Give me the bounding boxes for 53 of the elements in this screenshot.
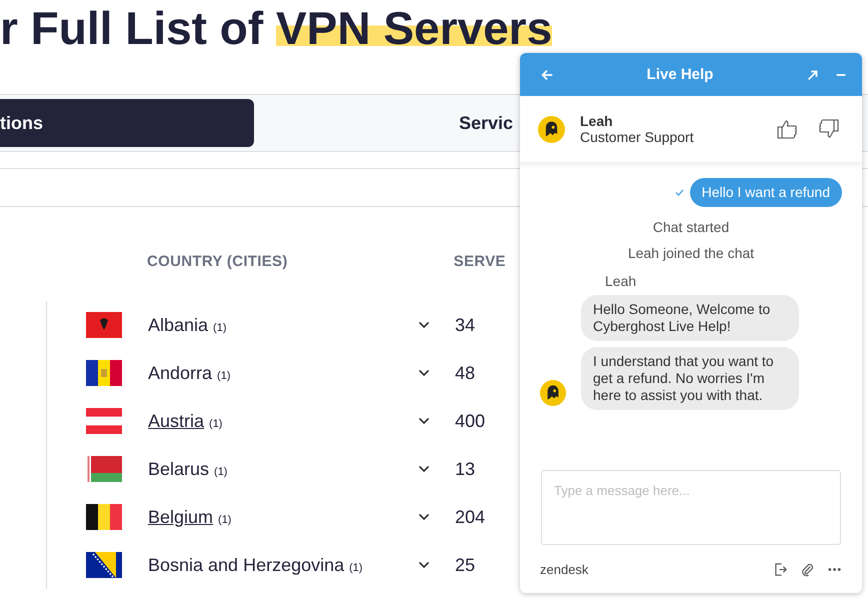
chevron-icon[interactable] <box>418 369 430 377</box>
flag-icon <box>86 312 122 338</box>
server-count: 48 <box>455 362 476 384</box>
agent-name: Leah <box>580 113 614 129</box>
chat-event: Leah joined the chat <box>628 245 754 261</box>
country-name: Albania <box>148 314 208 336</box>
message-input[interactable]: Type a message here... <box>541 470 841 545</box>
column-header: COUNTRY (CITIES) <box>147 253 288 272</box>
sender-name: Leah <box>605 273 638 289</box>
thumbs-down-icon[interactable] <box>818 118 840 140</box>
server-count: 25 <box>455 554 476 576</box>
city-count: (1) <box>209 418 222 430</box>
tab[interactable]: tions <box>0 99 254 147</box>
flag-icon <box>86 552 122 578</box>
message-bubble: Hello Someone, Welcome to Cyberghost Live Help! <box>581 295 799 341</box>
flag-icon <box>86 504 122 530</box>
chat-title: Live Help <box>646 66 714 83</box>
city-count: (1) <box>213 322 226 334</box>
column-header: SERVE <box>454 253 506 272</box>
agent-role: Customer Support <box>580 129 695 145</box>
country-name: Andorra <box>148 362 212 384</box>
server-count: 13 <box>455 458 476 480</box>
back-arrow-icon[interactable] <box>540 68 554 82</box>
chevron-icon[interactable] <box>418 465 430 473</box>
chevron-icon[interactable] <box>418 513 430 521</box>
country-name: Bosnia and Herzegovina <box>148 554 344 576</box>
avatar-icon <box>540 380 566 406</box>
exit-icon[interactable] <box>773 562 788 576</box>
flag-icon <box>86 360 122 386</box>
tab[interactable]: Servic <box>459 99 514 147</box>
brand-label: zendesk <box>540 562 590 576</box>
city-count: (1) <box>214 466 228 478</box>
popout-icon[interactable] <box>806 68 820 82</box>
message-bubble: I understand that you want to get a refund. No worries I'm here to assist you with that. <box>581 347 799 410</box>
country-link[interactable]: Belgium <box>148 506 214 528</box>
chevron-icon[interactable] <box>418 561 430 569</box>
chevron-icon[interactable] <box>418 417 430 425</box>
chat-event: Chat started <box>652 219 730 235</box>
attachment-icon[interactable] <box>800 562 815 576</box>
chevron-icon[interactable] <box>418 321 430 329</box>
server-count: 204 <box>455 506 486 528</box>
flag-icon <box>86 456 122 482</box>
city-count: (1) <box>349 562 363 574</box>
server-count: 34 <box>455 314 476 336</box>
city-count: (1) <box>217 370 230 382</box>
country-name: Belarus <box>148 458 210 480</box>
server-count: 400 <box>455 410 486 432</box>
thumbs-up-icon[interactable] <box>776 118 798 140</box>
avatar-icon <box>538 116 565 142</box>
city-count: (1) <box>218 514 232 526</box>
flag-icon <box>86 408 122 434</box>
message-bubble: Hello I want a refund <box>690 178 842 207</box>
country-link[interactable]: Austria <box>148 410 204 432</box>
